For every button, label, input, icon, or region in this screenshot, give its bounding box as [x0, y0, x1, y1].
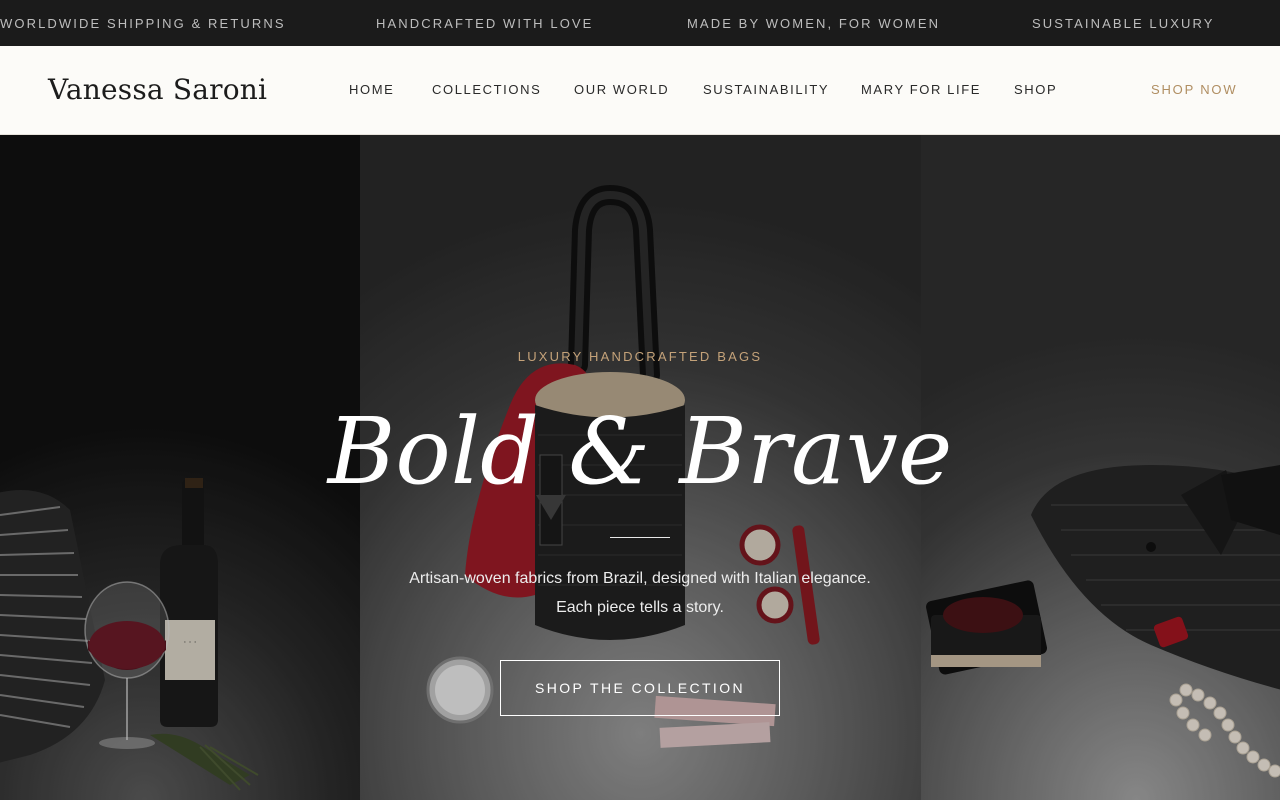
hero-subtext: Artisan-woven fabrics from Brazil, desig… — [409, 570, 871, 616]
nav-item-home[interactable]: HOME — [349, 83, 394, 97]
announcement-item: WORLDWIDE SHIPPING & RETURNS — [0, 16, 286, 31]
brand-logo[interactable]: Vanessa Saroni — [48, 73, 267, 106]
nav-item-shop[interactable]: SHOP — [1014, 83, 1057, 97]
nav-item-collections[interactable]: COLLECTIONS — [432, 83, 541, 97]
hero-content: LUXURY HANDCRAFTED BAGS Bold & Brave Art… — [0, 135, 1280, 800]
nav-item-sustainability[interactable]: SUSTAINABILITY — [703, 83, 829, 97]
announcement-item: SUSTAINABLE LUXURY — [1032, 16, 1215, 31]
shop-now-link[interactable]: SHOP NOW — [1151, 83, 1237, 97]
hero-eyebrow: LUXURY HANDCRAFTED BAGS — [517, 349, 763, 364]
announcement-item: MADE BY WOMEN, FOR WOMEN — [687, 16, 941, 31]
nav-item-our-world[interactable]: OUR WORLD — [574, 83, 669, 97]
shop-collection-button[interactable]: SHOP THE COLLECTION — [500, 660, 780, 716]
hero-section: · · · LUXURY HANDCRAFTED BAGS Bold & Bra… — [0, 135, 1280, 800]
nav-item-mary-for-life[interactable]: MARY FOR LIFE — [861, 83, 981, 97]
site-header: Vanessa Saroni HOME COLLECTIONS OUR WORL… — [0, 46, 1280, 135]
announcement-item: HANDCRAFTED WITH LOVE — [376, 16, 594, 31]
hero-headline: Bold & Brave — [327, 398, 953, 505]
announcement-bar: WORLDWIDE SHIPPING & RETURNS HANDCRAFTED… — [0, 0, 1280, 46]
hero-divider — [610, 537, 670, 538]
